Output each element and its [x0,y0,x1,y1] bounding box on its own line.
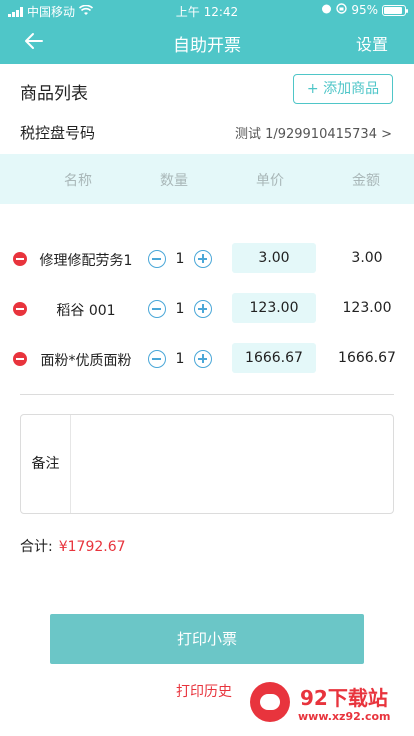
total-value: ¥1792.67 [58,539,126,555]
alarm-icon [321,3,332,17]
delete-icon[interactable] [13,252,27,266]
settings-button[interactable]: 设置 [356,31,388,55]
table-row: 稻谷 001 1 123.00 123.00 [0,290,414,330]
print-receipt-button[interactable]: 打印小票 [50,614,364,664]
tax-disk-value[interactable]: 测试 1/929910415734 > [235,123,392,142]
total-label: 合计: [20,539,53,555]
item-amount: 123.00 [342,300,392,316]
add-goods-button[interactable]: + 添加商品 [293,74,393,104]
tax-disk-row[interactable]: 税控盘号码 测试 1/929910415734 > [0,114,414,154]
print-history-link[interactable]: 打印历史 [176,681,232,701]
decrease-icon[interactable] [148,350,166,368]
increase-icon[interactable] [194,250,212,268]
watermark-logo-icon [250,682,290,722]
remark-input[interactable] [72,415,393,513]
column-header-name: 名称 [64,173,92,189]
page-title: 自助开票 [173,36,241,56]
total-row: 合计: ¥1792.67 [20,536,126,556]
tax-disk-label: 税控盘号码 [20,124,96,142]
goods-list-title: 商品列表 [20,84,88,104]
increase-icon[interactable] [194,350,212,368]
item-amount: 1666.67 [338,350,396,366]
status-bar: 中国移动 上午 12:42 95% [0,0,414,20]
app-header: 中国移动 上午 12:42 95% 自助开票 设置 [0,0,414,64]
column-header-price: 单价 [256,173,284,189]
battery-percent: 95% [351,3,378,17]
table-header: 名称 数量 单价 金额 [0,154,414,204]
remark-box: 备注 [20,414,394,514]
price-input[interactable]: 123.00 [232,293,316,323]
column-header-amount: 金额 [352,173,380,189]
price-input[interactable]: 3.00 [232,243,316,273]
goods-header-row: 商品列表 + 添加商品 [0,64,414,114]
table-row: 面粉*优质面粉 1 1666.67 1666.67 [0,340,414,380]
remark-label: 备注 [21,415,71,513]
price-input[interactable]: 1666.67 [232,343,316,373]
watermark: 92下载站 www.xz92.com [240,668,414,736]
watermark-url: www.xz92.com [298,710,391,723]
divider [20,394,394,395]
status-right: 95% [321,3,408,17]
watermark-title: 92下载站 [300,686,388,710]
item-name: 修理修配劳务1 [39,253,133,269]
item-qty: 1 [175,351,185,367]
item-amount: 3.00 [351,250,383,266]
item-name: 面粉*优质面粉 [40,353,132,369]
decrease-icon[interactable] [148,300,166,318]
increase-icon[interactable] [194,300,212,318]
delete-icon[interactable] [13,352,27,366]
item-qty: 1 [175,301,185,317]
item-name: 稻谷 001 [56,303,116,319]
delete-icon[interactable] [13,302,27,316]
orientation-lock-icon [336,3,348,17]
item-qty: 1 [175,251,185,267]
battery-icon [382,4,408,16]
decrease-icon[interactable] [148,250,166,268]
column-header-qty: 数量 [160,173,188,189]
table-row: 修理修配劳务1 1 3.00 3.00 [0,240,414,280]
